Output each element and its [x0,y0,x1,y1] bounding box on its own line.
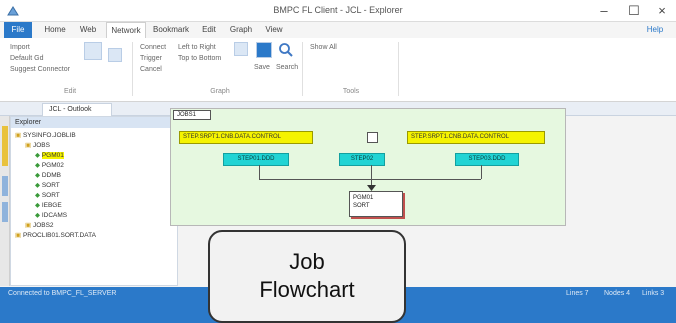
target-job-line: PGM01 [353,195,374,201]
help-link[interactable]: Help [640,22,670,38]
callout-line: Job [289,249,325,274]
document-tab[interactable]: JCL - Outlook [42,103,112,116]
tree-item[interactable]: ▣ SYSINFO.JOBLIB [15,131,76,139]
ribbon-left-right-button[interactable]: Left to Right [178,44,216,51]
minimize-button[interactable]: – [590,2,618,20]
tree-item[interactable]: ◆ IEBGE [35,201,62,209]
step-node[interactable]: STEP03.DDD [455,153,519,166]
job-node[interactable]: STEP.SRPT1.CNB.DATA.CONTROL [179,131,313,144]
ribbon-suggest-button[interactable]: Suggest Connector [10,66,70,73]
maximize-button[interactable]: ☐ [620,2,648,20]
ribbon-cancel-button[interactable]: Cancel [140,66,162,73]
settings-icon[interactable] [108,48,122,62]
tab-web[interactable]: Web [74,22,102,38]
ribbon-separator [398,42,399,96]
tab-network[interactable]: Network [106,22,146,38]
edit-group-label: Edit [63,88,77,95]
ribbon-connect-button[interactable]: Connect [140,44,166,51]
save-icon[interactable] [256,42,272,58]
target-job-line: SORT [353,203,370,209]
ribbon-show-all-button[interactable]: Show All [310,44,337,51]
tab-bookmark[interactable]: Bookmark [150,22,192,38]
close-button[interactable]: × [648,2,676,20]
tree-item[interactable]: ◆ SORT [35,191,60,199]
tree-item[interactable]: ▣ PROCLIB01.SORT.DATA [15,231,96,239]
ribbon-save-button[interactable]: Save [254,64,270,71]
explorer-header: Explorer [11,117,177,128]
window-title: BMPC FL Client - JCL - Explorer [273,5,403,15]
ribbon-top-bottom-button[interactable]: Top to Bottom [178,55,221,62]
ribbon-tab-bar: File Home Web Network Bookmark Edit Grap… [0,22,676,38]
tab-home[interactable]: Home [40,22,70,38]
ribbon: Import Default Gd Suggest Connector Edit… [0,38,676,102]
status-nodes: Nodes 4 [604,290,631,297]
tree-item[interactable]: ◆ DDMB [35,171,61,179]
network-icon[interactable] [84,42,102,60]
side-panel-tab[interactable] [2,202,8,222]
callout-label: Job Flowchart [208,230,406,323]
target-job-node[interactable]: PGM01 SORT [349,191,403,217]
status-links: Links 3 [642,290,665,297]
job-flowchart[interactable]: JOBS1 STEP.SRPT1.CNB.DATA.CONTROL STEP.S… [170,108,566,226]
title-bar: BMPC FL Client - JCL - Explorer – ☐ × [0,0,676,22]
tab-view[interactable]: View [260,22,288,38]
ribbon-separator [302,42,303,96]
flow-connector [371,165,372,179]
search-icon[interactable] [278,42,294,58]
tab-edit[interactable]: Edit [196,22,222,38]
status-lines: Lines 7 [566,290,589,297]
flow-connector [259,165,260,179]
tree-item[interactable]: ▣ JOBS2 [25,221,54,229]
tree-item[interactable]: ◆ PGM01 [35,151,64,159]
job-node[interactable]: STEP.SRPT1.CNB.DATA.CONTROL [407,131,545,144]
callout-line: Flowchart [259,277,355,302]
flow-connector [481,165,482,179]
flow-frame-label: JOBS1 [173,110,211,120]
tree-item[interactable]: ◆ IDCAMS [35,211,67,219]
tree-item[interactable]: ◆ PGM02 [35,161,64,169]
tab-file[interactable]: File [4,22,32,38]
explorer-tree: Explorer ▣ SYSINFO.JOBLIB ▣ JOBS ◆ PGM01… [10,116,178,286]
ribbon-trigger-button[interactable]: Trigger [140,55,162,62]
tab-graph[interactable]: Graph [226,22,256,38]
callout-text: Job Flowchart [210,248,404,304]
junction-node[interactable] [367,132,378,143]
side-panel-tab[interactable] [2,176,8,196]
tree-item[interactable]: ◆ SORT [35,181,60,189]
tree-item[interactable]: ▣ JOBS [25,141,50,149]
graph-group-label: Graph [210,88,230,95]
ribbon-default-button[interactable]: Default Gd [10,55,43,62]
ribbon-search-button[interactable]: Search [276,64,298,71]
ribbon-separator [132,42,133,96]
side-panel-strip[interactable] [0,116,10,286]
step-node[interactable]: STEP01.DDD [223,153,289,166]
layout-icon[interactable] [234,42,248,56]
step-node[interactable]: STEP02 [339,153,385,166]
flow-connector [259,179,481,180]
status-connection: Connected to BMPC_FL_SERVER [8,290,117,297]
side-panel-tab[interactable] [2,126,8,166]
tools-group-label: Tools [342,88,360,95]
ribbon-import-button[interactable]: Import [10,44,30,51]
